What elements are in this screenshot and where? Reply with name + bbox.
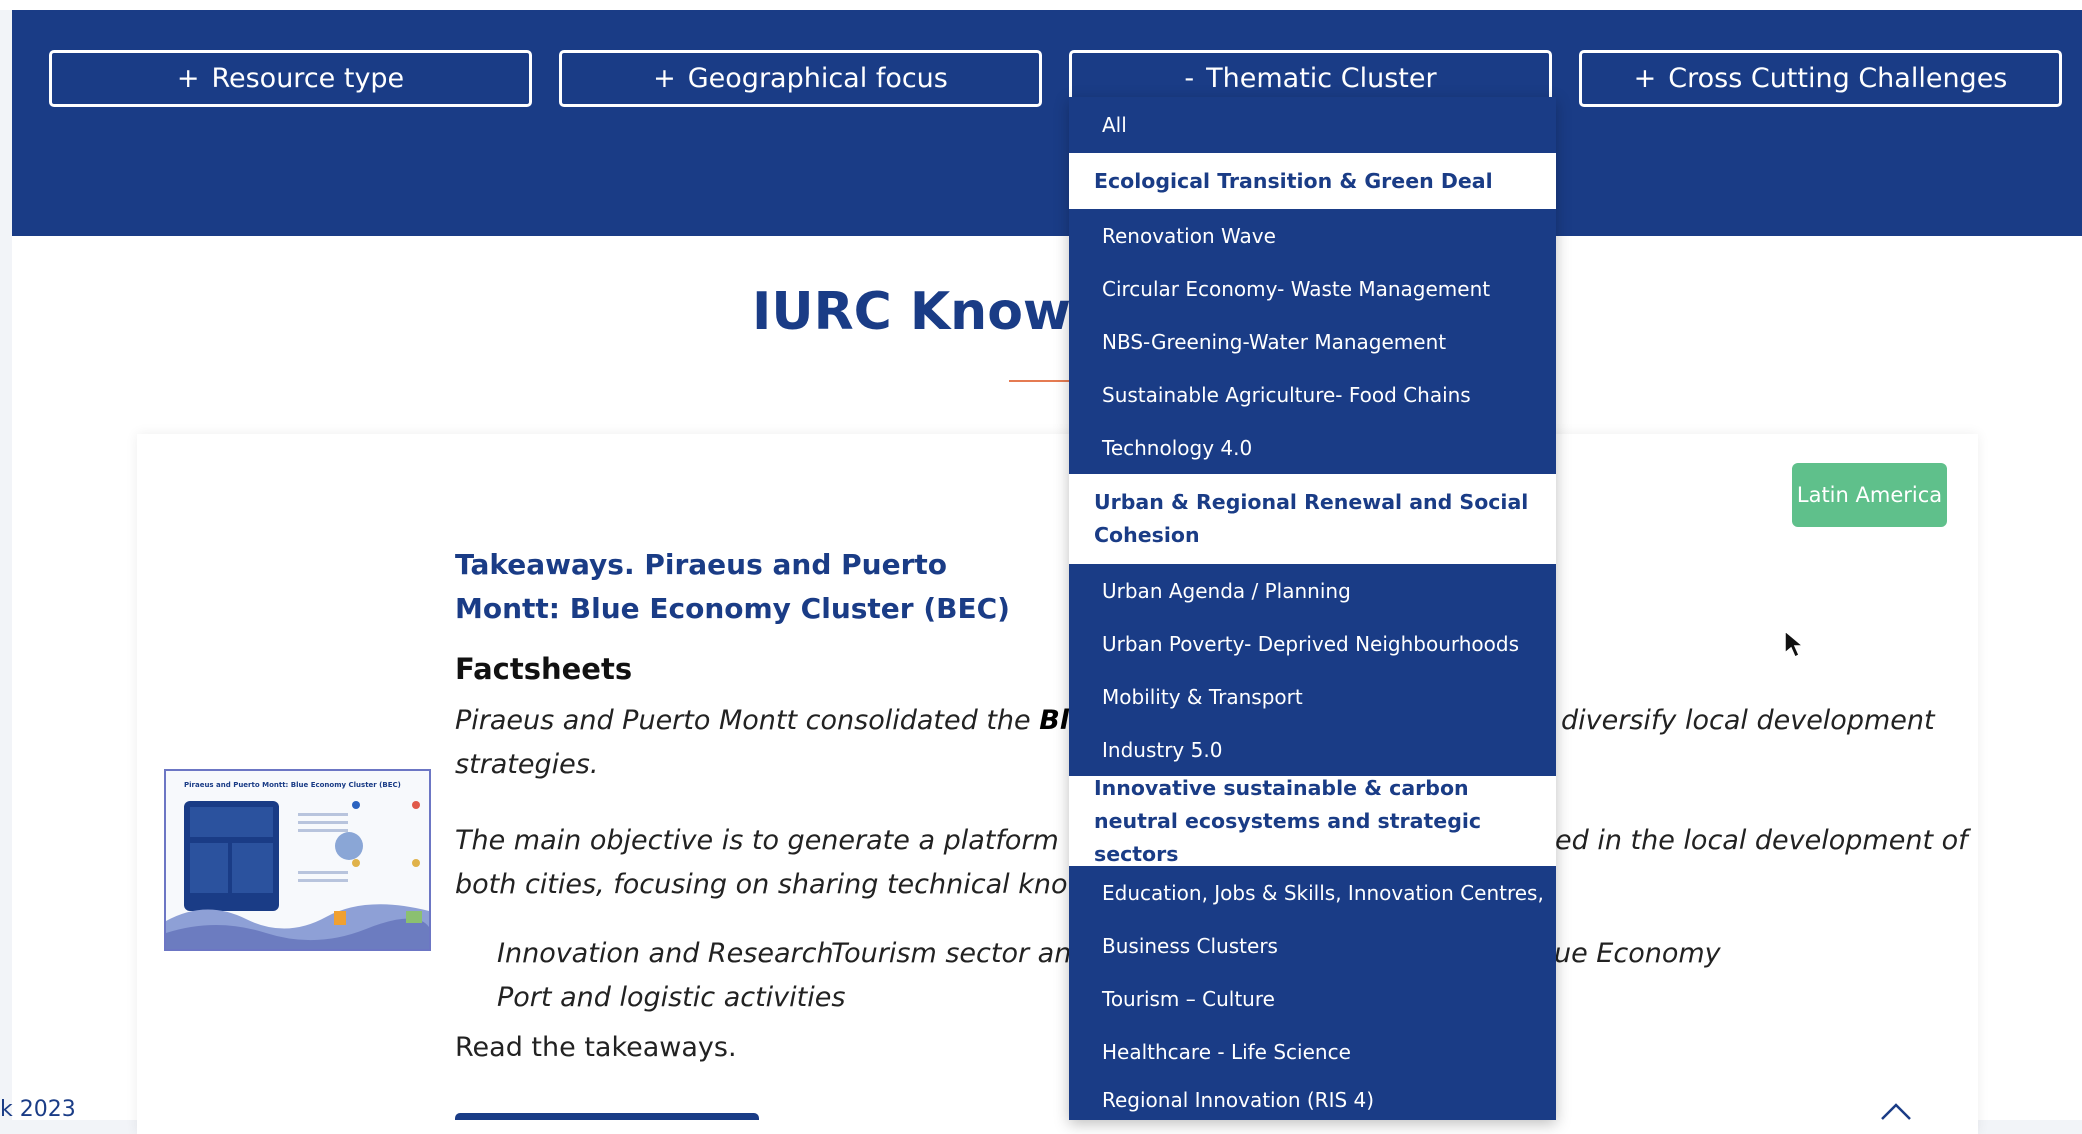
footer-year: k 2023 [0,1097,76,1122]
dropdown-group-urban-regional-renewal[interactable]: Urban & Regional Renewal and Social Cohe… [1069,474,1556,564]
dropdown-option[interactable]: Mobility & Transport [1069,670,1556,723]
top-strip [0,0,2082,10]
topic-list-item: ue Economy [1554,938,1721,969]
dropdown-option[interactable]: Urban Poverty- Deprived Neighbourhoods [1069,617,1556,670]
dropdown-option[interactable]: Urban Agenda / Planning [1069,564,1556,617]
minus-icon: - [1184,63,1195,94]
plus-icon: + [1633,63,1657,94]
dropdown-option[interactable]: NBS-Greening-Water Management [1069,315,1556,368]
dropdown-option[interactable]: Tourism – Culture [1069,972,1556,1025]
dropdown-option[interactable]: Business Clusters [1069,919,1556,972]
dropdown-option[interactable]: Technology 4.0 [1069,421,1556,474]
dropdown-option-all[interactable]: All [1069,97,1556,153]
title-underline [1009,380,1073,382]
dropdown-group-innovative-sustainable[interactable]: Innovative sustainable & carbon neutral … [1069,776,1556,866]
mouse-cursor-icon [1784,629,1805,659]
thumb-title: Piraeus and Puerto Montt: Blue Economy C… [184,781,401,789]
region-badge[interactable]: Latin America [1792,463,1947,527]
dropdown-group-ecological-transition[interactable]: Ecological Transition & Green Deal [1069,153,1556,209]
topic-list-item: Tourism sector and [831,938,1089,969]
read-takeaways-link[interactable]: Read the takeaways. [455,1032,737,1063]
dropdown-option[interactable]: Renovation Wave [1069,209,1556,262]
topic-list-item: Innovation and Research [497,938,834,969]
resource-thumbnail[interactable]: Piraeus and Puerto Montt: Blue Economy C… [164,769,431,951]
thematic-cluster-dropdown: All Ecological Transition & Green Deal R… [1069,97,1556,1120]
dropdown-option[interactable]: Circular Economy- Waste Management [1069,262,1556,315]
cross-cutting-label: Cross Cutting Challenges [1668,63,2008,94]
geographical-focus-filter-button[interactable]: + Geographical focus [559,50,1042,107]
cross-cutting-filter-button[interactable]: + Cross Cutting Challenges [1579,50,2062,107]
dropdown-option[interactable]: Education, Jobs & Skills, Innovation Cen… [1069,866,1556,919]
plus-icon: + [176,63,200,94]
thematic-cluster-label: Thematic Cluster [1206,63,1437,94]
description-line-1-end: diversify local development [1561,705,1935,736]
resource-type-filter-button[interactable]: + Resource type [49,50,532,107]
resource-type-label: Resource type [211,63,405,94]
topic-list-item: Port and logistic activities [497,982,846,1013]
chevron-up-icon[interactable] [1880,1102,1912,1120]
dropdown-option[interactable]: Healthcare - Life Science [1069,1025,1556,1078]
download-button[interactable] [455,1113,759,1120]
dropdown-option[interactable]: Industry 5.0 [1069,723,1556,776]
dropdown-option[interactable]: Regional Innovation (RIS 4) [1069,1078,1556,1120]
geographical-focus-label: Geographical focus [687,63,948,94]
resource-type-heading: Factsheets [455,652,633,686]
description-line-3-end: ed in the local development of [1555,825,1968,856]
resource-title-link[interactable]: Takeaways. Piraeus and Puerto Montt: Blu… [455,543,1015,631]
dropdown-option[interactable]: Sustainable Agriculture- Food Chains [1069,368,1556,421]
filter-bar: + Resource type + Geographical focus - T… [12,10,2082,236]
plus-icon: + [653,63,676,94]
factsheet-thumbnail-image: Piraeus and Puerto Montt: Blue Economy C… [166,771,429,949]
